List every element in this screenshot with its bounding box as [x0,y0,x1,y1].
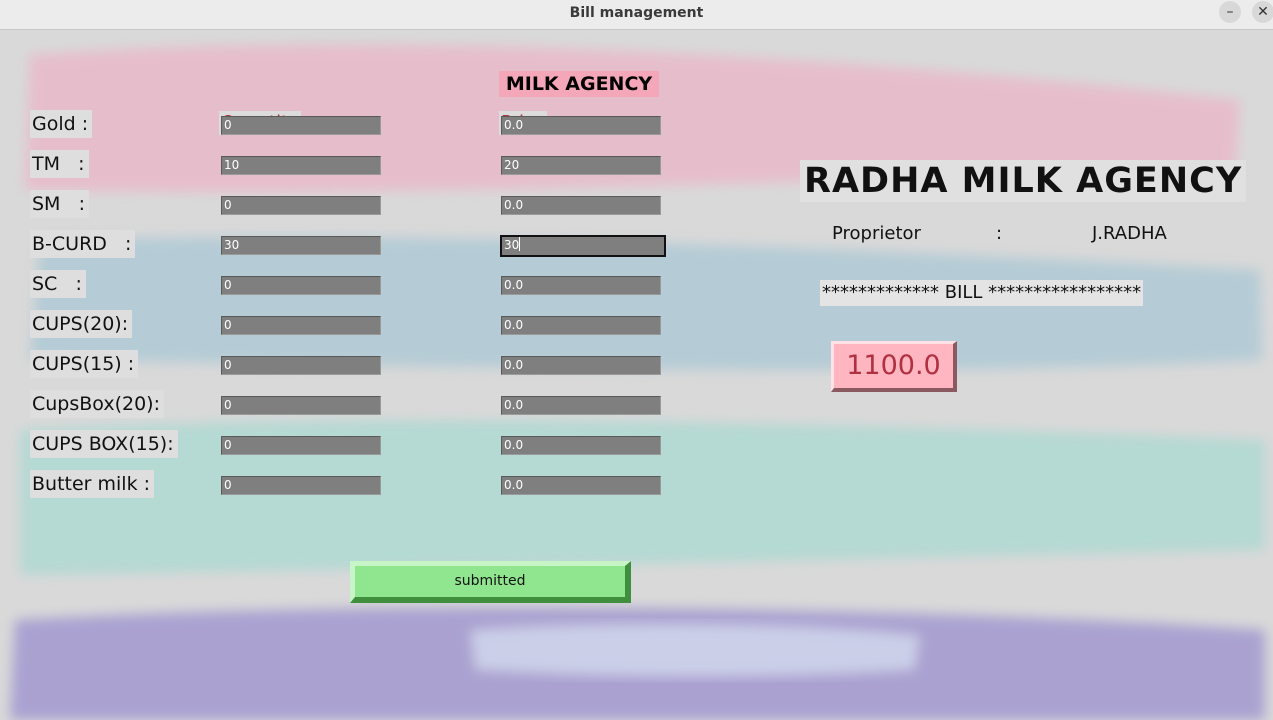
row-label: CUPS(15) : [30,350,139,378]
window-title: Bill management [569,5,704,21]
quantity-input[interactable]: 0 [221,356,381,375]
quantity-input[interactable]: 0 [221,436,381,455]
bill-banner: ************* BILL ***************** [820,280,1144,306]
row-label: B-CURD : [30,230,136,258]
price-input[interactable]: 20 [501,156,661,175]
price-input[interactable]: 0.0 [501,396,661,415]
page-title: MILK AGENCY [499,71,659,97]
quantity-input[interactable]: 0 [221,476,381,495]
price-input[interactable]: 30 [500,235,666,257]
quantity-input[interactable]: 0 [221,196,381,215]
row-label: CupsBox(20): [30,390,164,418]
minimize-icon[interactable]: – [1219,1,1241,23]
price-input[interactable]: 0.0 [501,476,661,495]
quantity-input[interactable]: 0 [221,276,381,295]
row-label: CUPS(20): [30,310,133,338]
row-label: TM : [30,150,89,178]
row-label: SC : [30,270,86,298]
submit-button[interactable]: submitted [350,561,631,603]
price-input[interactable]: 0.0 [501,316,661,335]
row-label: SM : [30,190,89,218]
close-icon[interactable]: ✕ [1252,1,1273,23]
price-input[interactable]: 0.0 [501,436,661,455]
quantity-input[interactable]: 10 [221,156,381,175]
row-label: Gold : [30,110,93,138]
text-cursor [519,237,521,251]
proprietor-name: J.RADHA [1092,223,1167,244]
quantity-input[interactable]: 0 [221,396,381,415]
bill-total: 1100.0 [831,341,957,392]
proprietor-label: Proprietor [832,223,921,244]
quantity-input[interactable]: 0 [221,316,381,335]
row-label: Butter milk : [30,470,155,498]
price-input[interactable]: 0.0 [501,356,661,375]
quantity-input[interactable]: 0 [221,116,381,135]
price-input[interactable]: 0.0 [501,196,661,215]
price-input[interactable]: 0.0 [501,276,661,295]
proprietor-separator: : [996,223,1003,244]
window-titlebar: Bill management – ✕ [0,0,1273,30]
quantity-input[interactable]: 30 [221,236,381,255]
app-canvas: MILK AGENCY Quantity Price Gold :00.0TM … [0,30,1273,720]
price-input[interactable]: 0.0 [501,116,661,135]
agency-name: RADHA MILK AGENCY [800,160,1247,202]
row-label: CUPS BOX(15): [30,430,178,458]
